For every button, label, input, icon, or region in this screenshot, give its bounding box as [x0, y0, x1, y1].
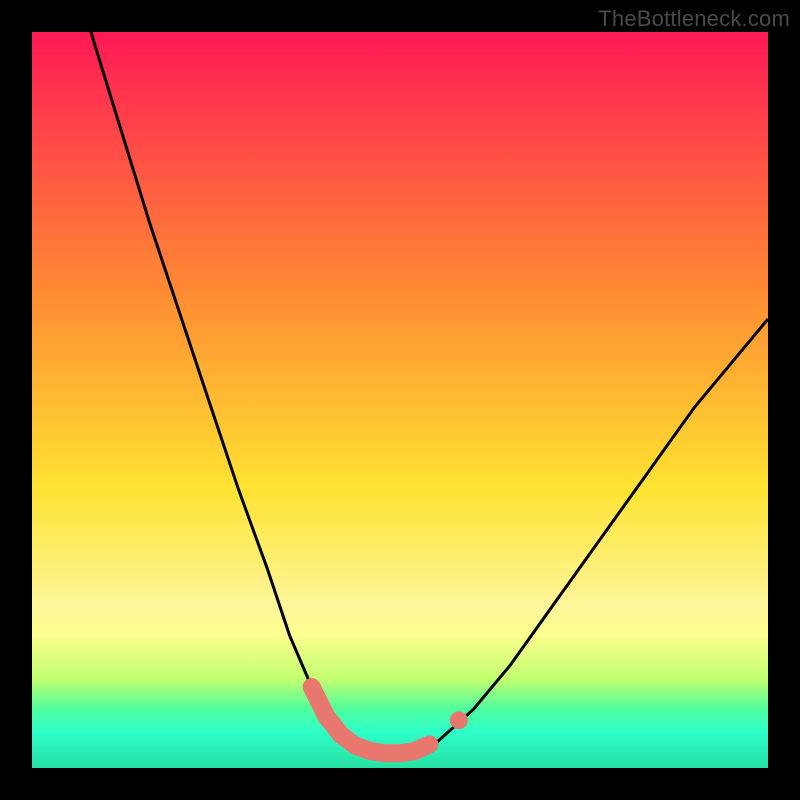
bottleneck-curve-svg — [32, 32, 768, 768]
chart-frame: TheBottleneck.com — [0, 0, 800, 800]
bottleneck-curve — [91, 32, 768, 753]
right-dot — [450, 711, 468, 729]
plot-area — [32, 32, 768, 768]
valley-segment — [312, 687, 430, 753]
watermark: TheBottleneck.com — [598, 6, 790, 32]
